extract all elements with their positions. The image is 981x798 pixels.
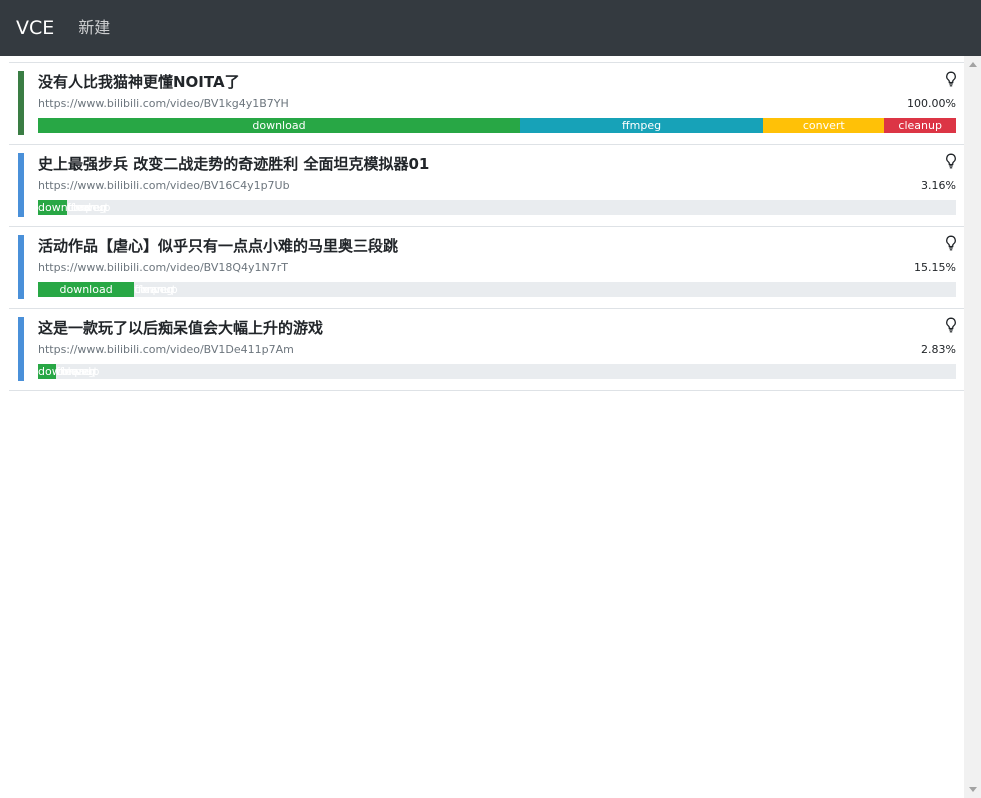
task-item: 史上最强步兵 改变二战走势的奇迹胜利 全面坦克模拟器01 https://www… (9, 145, 964, 227)
new-task-link[interactable]: 新建 (78, 0, 110, 56)
task-title: 活动作品【虐心】似乎只有一点点小难的马里奥三段跳 (38, 237, 399, 255)
task-status-bar (18, 235, 24, 299)
task-status-bar (18, 153, 24, 217)
progress-segment-download: download (38, 364, 92, 379)
task-url[interactable]: https://www.bilibili.com/video/BV18Q4y1N… (38, 260, 288, 276)
lightbulb-icon[interactable] (945, 317, 957, 333)
task-item: 这是一款玩了以后痴呆值会大幅上升的游戏 https://www.bilibili… (9, 309, 964, 391)
task-title: 史上最强步兵 改变二战走势的奇迹胜利 全面坦克模拟器01 (38, 155, 430, 173)
task-url[interactable]: https://www.bilibili.com/video/BV1De411p… (38, 342, 294, 358)
navbar: VCE 新建 (0, 0, 981, 56)
task-percent: 100.00% (907, 97, 956, 110)
task-status-bar (18, 71, 24, 135)
task-list: 没有人比我猫神更懂NOITA了 https://www.bilibili.com… (9, 62, 964, 391)
task-percent: 2.83% (921, 343, 956, 356)
progress-segment-download: download (38, 118, 520, 133)
lightbulb-icon[interactable] (945, 153, 957, 169)
task-progress: download ffmpeg convert cleanup (38, 200, 956, 215)
progress-segment-convert: convert (763, 118, 885, 133)
task-url[interactable]: https://www.bilibili.com/video/BV1kg4y1B… (38, 96, 289, 112)
scroll-down-arrow-icon[interactable] (964, 781, 981, 798)
task-status-bar (18, 317, 24, 381)
task-title: 没有人比我猫神更懂NOITA了 (38, 73, 240, 91)
task-url[interactable]: https://www.bilibili.com/video/BV16C4y1p… (38, 178, 290, 194)
progress-segment-download: download (38, 200, 92, 215)
lightbulb-icon[interactable] (945, 71, 957, 87)
task-percent: 3.16% (921, 179, 956, 192)
task-percent: 15.15% (914, 261, 956, 274)
task-progress: download ffmpeg convert cleanup (38, 282, 956, 297)
progress-segment-download: download (38, 282, 135, 297)
scroll-up-arrow-icon[interactable] (964, 56, 981, 73)
progress-segment-cleanup: cleanup (884, 118, 956, 133)
task-title: 这是一款玩了以后痴呆值会大幅上升的游戏 (38, 319, 324, 337)
task-progress: download ffmpeg convert cleanup (38, 364, 956, 379)
vertical-scrollbar[interactable] (964, 56, 981, 798)
task-list-container: 没有人比我猫神更懂NOITA了 https://www.bilibili.com… (0, 56, 964, 798)
lightbulb-icon[interactable] (945, 235, 957, 251)
progress-segment-ffmpeg: ffmpeg (519, 118, 764, 133)
task-progress: download ffmpeg convert cleanup (38, 118, 956, 133)
brand-logo[interactable]: VCE (16, 0, 54, 56)
task-item: 没有人比我猫神更懂NOITA了 https://www.bilibili.com… (9, 63, 964, 145)
task-item: 活动作品【虐心】似乎只有一点点小难的马里奥三段跳 https://www.bil… (9, 227, 964, 309)
